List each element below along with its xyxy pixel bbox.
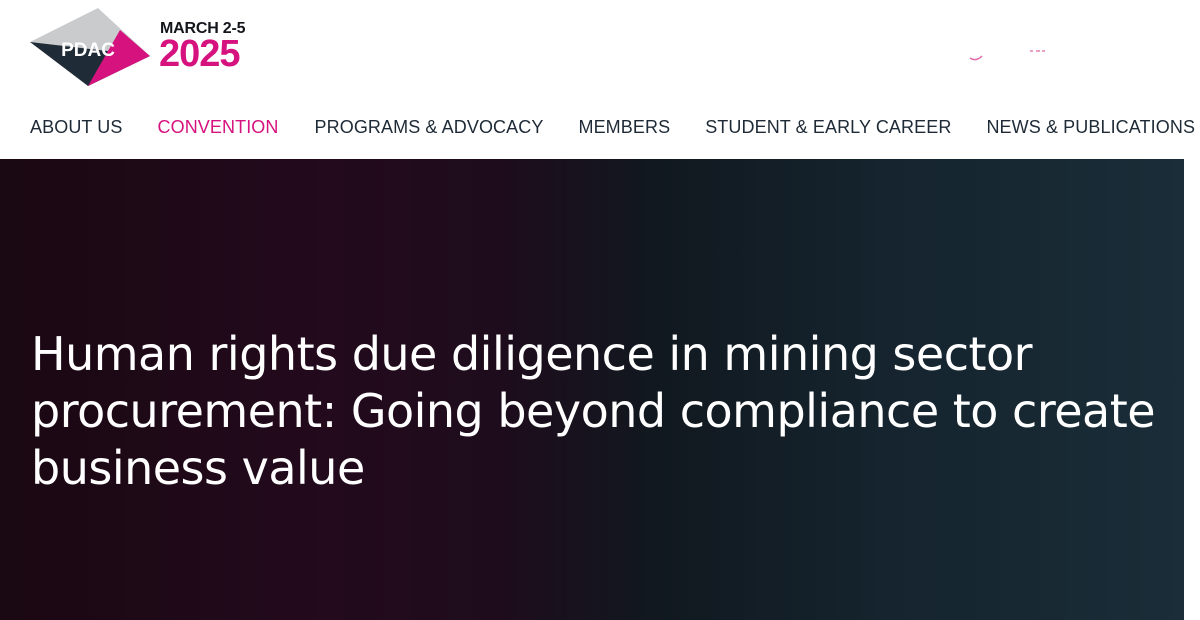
nav-about-us[interactable]: ABOUT US — [30, 116, 123, 140]
utility-icons-cropped[interactable] — [968, 44, 1058, 64]
nav-members[interactable]: MEMBERS — [578, 116, 670, 140]
event-year: 2025 — [159, 33, 241, 75]
nav-news-publications[interactable]: NEWS & PUBLICATIONS — [986, 116, 1195, 140]
logo-text: PDAC — [61, 40, 115, 61]
nav-convention[interactable]: CONVENTION — [158, 116, 279, 140]
main-navigation: ABOUT US CONVENTION PROGRAMS & ADVOCACY … — [30, 116, 1195, 140]
nav-student-early-career[interactable]: STUDENT & EARLY CAREER — [705, 116, 951, 140]
site-header: PDAC MARCH 2-5 2025 ABOUT US CONVENTION … — [0, 0, 1200, 160]
pdac-logo[interactable]: PDAC — [28, 8, 153, 90]
page-edge — [1184, 159, 1200, 620]
nav-programs-advocacy[interactable]: PROGRAMS & ADVOCACY — [315, 116, 544, 140]
page-title: Human rights due diligence in mining sec… — [31, 327, 1156, 495]
